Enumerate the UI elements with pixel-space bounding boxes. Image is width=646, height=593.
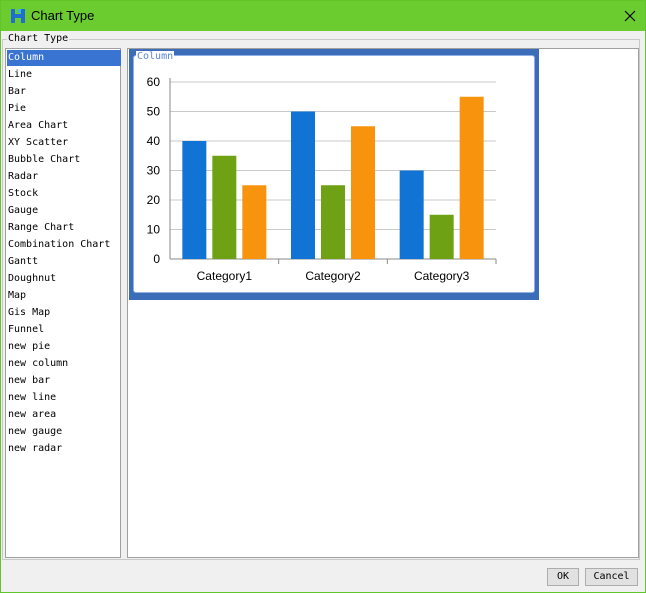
bar: [459, 96, 484, 259]
list-item[interactable]: Bubble Chart: [7, 152, 121, 168]
bar: [429, 214, 454, 259]
list-item[interactable]: Gantt: [7, 254, 121, 270]
bar: [351, 126, 375, 259]
close-button[interactable]: [615, 1, 645, 31]
y-tick-label: 60: [147, 75, 161, 89]
preview-label: Column: [136, 51, 175, 63]
bar: [291, 111, 315, 259]
list-item[interactable]: Combination Chart: [7, 237, 121, 253]
x-tick-label: Category3: [414, 269, 470, 283]
bar: [399, 170, 424, 259]
list-item[interactable]: Stock: [7, 186, 121, 202]
window-title: Chart Type: [31, 8, 95, 23]
list-item[interactable]: Pie: [7, 101, 121, 117]
list-item[interactable]: new column: [7, 356, 121, 372]
bar: [242, 185, 267, 259]
y-tick-label: 50: [147, 105, 161, 119]
list-item[interactable]: Area Chart: [7, 118, 121, 134]
x-tick-label: Category1: [197, 269, 253, 283]
y-tick-label: 30: [147, 164, 161, 178]
list-item[interactable]: Bar: [7, 84, 121, 100]
list-item[interactable]: Funnel: [7, 322, 121, 338]
app-logo-icon: [11, 9, 25, 23]
x-tick-label: Category2: [305, 269, 361, 283]
bar: [212, 155, 237, 259]
close-icon: [624, 10, 636, 22]
list-item[interactable]: Gis Map: [7, 305, 121, 321]
chart-type-list[interactable]: Column Line Bar Pie Area Chart XY Scatter Bubb…: [5, 48, 121, 558]
bar: [321, 185, 345, 259]
y-tick-label: 0: [153, 252, 160, 266]
column-chart-preview: 0 10 20 30 40 50 60 Category1 Category2 Category3: [147, 75, 497, 283]
list-item[interactable]: Doughnut: [7, 271, 121, 287]
list-item[interactable]: Radar: [7, 169, 121, 185]
list-item[interactable]: Gauge: [7, 203, 121, 219]
y-tick-label: 40: [147, 134, 161, 148]
list-item[interactable]: new bar: [7, 373, 121, 389]
ok-button[interactable]: OK: [547, 568, 579, 586]
bar: [182, 141, 207, 259]
list-item[interactable]: Line: [7, 67, 121, 83]
list-item[interactable]: Column: [7, 50, 121, 66]
list-item[interactable]: new gauge: [7, 424, 121, 440]
title-bar[interactable]: Chart Type: [1, 1, 645, 31]
list-item[interactable]: new area: [7, 407, 121, 423]
list-item[interactable]: new line: [7, 390, 121, 406]
list-item[interactable]: new radar: [7, 441, 121, 457]
list-item[interactable]: Range Chart: [7, 220, 121, 236]
y-tick-label: 20: [147, 193, 161, 207]
list-item[interactable]: XY Scatter: [7, 135, 121, 151]
cancel-button[interactable]: Cancel: [585, 568, 638, 586]
group-label: Chart Type: [7, 33, 70, 45]
list-item[interactable]: Map: [7, 288, 121, 304]
y-tick-label: 10: [147, 223, 161, 237]
list-item[interactable]: new pie: [7, 339, 121, 355]
